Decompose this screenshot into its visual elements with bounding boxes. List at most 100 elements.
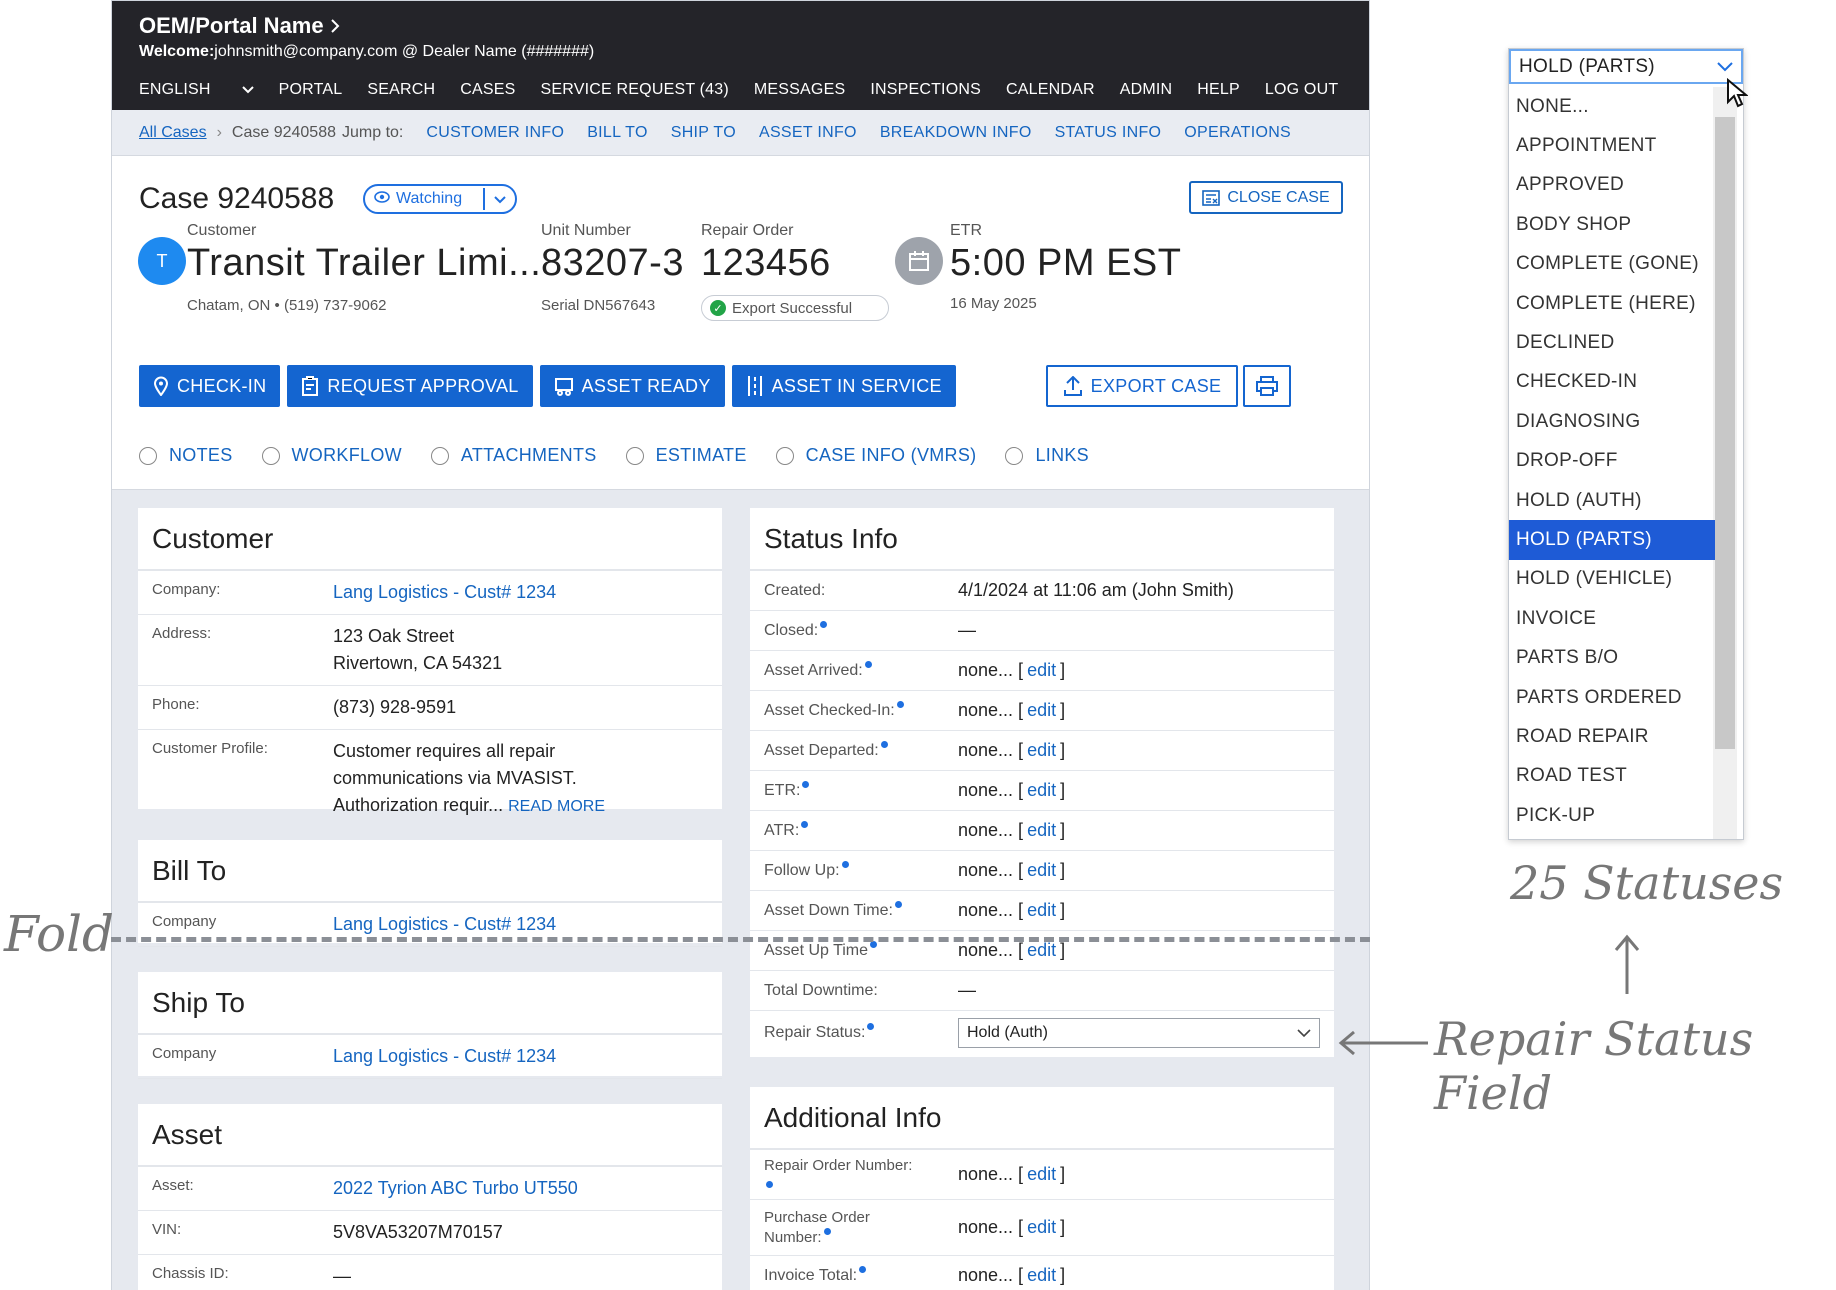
nav-logout[interactable]: LOG OUT — [1265, 81, 1338, 99]
nav-inspections[interactable]: INSPECTIONS — [870, 81, 981, 99]
nav-cases[interactable]: CASES — [460, 81, 515, 99]
road-icon — [747, 376, 762, 396]
dropdown-option[interactable]: PARTS B/O — [1509, 638, 1715, 677]
tab-label: WORKFLOW — [291, 445, 402, 465]
dropdown-option[interactable]: HOLD (VEHICLE) — [1509, 560, 1715, 599]
tab-notes[interactable]: NOTES — [139, 445, 233, 466]
ro-number-row: Repair Order Number: none... [edit] — [750, 1150, 1334, 1200]
jump-breakdown-info[interactable]: BREAKDOWN INFO — [880, 124, 1032, 142]
nav-language[interactable]: ENGLISH — [139, 81, 254, 99]
portal-name[interactable]: OEM/Portal Name — [139, 13, 1369, 39]
etr-date: 16 May 2025 — [950, 295, 1037, 312]
dropdown-option[interactable]: ROAD TEST — [1509, 757, 1715, 796]
page-title: Case 9240588 — [139, 182, 335, 215]
calendar-icon — [895, 237, 943, 285]
nav-service-request[interactable]: SERVICE REQUEST (43) — [541, 81, 729, 99]
tab-links[interactable]: LINKS — [1005, 445, 1089, 466]
address-line-1: 123 Oak Street — [333, 626, 455, 646]
edit-link[interactable]: edit — [1027, 1164, 1056, 1184]
edit-link[interactable]: edit — [1027, 900, 1056, 920]
ship-to-company-link[interactable]: Lang Logistics - Cust# 1234 — [333, 1046, 556, 1066]
dropdown-option[interactable]: ROAD REPAIR — [1509, 717, 1715, 756]
request-approval-button[interactable]: REQUEST APPROVAL — [287, 365, 533, 407]
dropdown-option[interactable]: NONE... — [1509, 87, 1715, 126]
jump-ship-to[interactable]: SHIP TO — [671, 124, 736, 142]
breadcrumb: All Cases › Case 9240588 Jump to: CUSTOM… — [112, 110, 1369, 156]
nav-portal[interactable]: PORTAL — [279, 81, 343, 99]
dropdown-selected[interactable]: HOLD (PARTS) — [1509, 49, 1743, 84]
edit-link[interactable]: edit — [1027, 1265, 1056, 1285]
dropdown-option[interactable]: BODY SHOP — [1509, 205, 1715, 244]
jump-customer-info[interactable]: CUSTOMER INFO — [426, 124, 564, 142]
edit-link[interactable]: edit — [1027, 860, 1056, 880]
nav-calendar[interactable]: CALENDAR — [1006, 81, 1095, 99]
jump-status-info[interactable]: STATUS INFO — [1055, 124, 1162, 142]
none-text: none... — [958, 1164, 1014, 1184]
edit-link[interactable]: edit — [1027, 780, 1056, 800]
print-button[interactable] — [1243, 365, 1291, 407]
nav-help[interactable]: HELP — [1197, 81, 1240, 99]
dropdown-option[interactable]: HOLD (AUTH) — [1509, 481, 1715, 520]
repair-status-dropdown[interactable]: HOLD (PARTS) NONE... APPOINTMENT APPROVED B… — [1508, 48, 1744, 840]
dropdown-option[interactable]: HOLD (PARTS) — [1509, 520, 1715, 560]
bill-to-panel: Bill To Company Lang Logistics - Cust# 1… — [138, 840, 722, 947]
main-nav: ENGLISH PORTAL SEARCH CASES SERVICE REQU… — [139, 81, 1369, 99]
field-label: Company: — [152, 581, 221, 598]
asset-in-service-button[interactable]: ASSET IN SERVICE — [731, 365, 956, 407]
address-line-2: Rivertown, CA 54321 — [333, 653, 503, 673]
nav-messages[interactable]: MESSAGES — [754, 81, 845, 99]
repair-order-label: Repair Order — [701, 222, 794, 239]
dropdown-option[interactable]: DROP-OFF — [1509, 442, 1715, 481]
edit-link[interactable]: edit — [1027, 820, 1056, 840]
read-more-link[interactable]: READ MORE — [508, 798, 605, 815]
chevron-down-icon[interactable] — [492, 190, 508, 215]
customer-company-link[interactable]: Lang Logistics - Cust# 1234 — [333, 582, 556, 602]
scrollbar-thumb[interactable] — [1715, 117, 1735, 749]
field-label: Phone: — [152, 696, 200, 713]
close-case-button[interactable]: CLOSE CASE — [1189, 181, 1343, 214]
export-case-button[interactable]: EXPORT CASE — [1046, 365, 1238, 407]
location-pin-icon — [153, 376, 169, 396]
tab-attachments[interactable]: ATTACHMENTS — [430, 445, 597, 466]
asset-ready-button[interactable]: ASSET READY — [539, 365, 725, 407]
tab-label: CASE INFO (VMRS) — [805, 445, 977, 465]
dropdown-option[interactable]: DIAGNOSING — [1509, 402, 1715, 441]
customer-name[interactable]: Transit Trailer Limi... — [187, 242, 541, 285]
edit-link[interactable]: edit — [1027, 1217, 1056, 1237]
dropdown-option[interactable]: COMPLETE (HERE) — [1509, 284, 1715, 323]
dropdown-option[interactable]: INVOICE — [1509, 599, 1715, 638]
dropdown-option[interactable]: PARTS ORDERED — [1509, 678, 1715, 717]
dropdown-option[interactable]: PICK-UP — [1509, 796, 1715, 835]
dropdown-option[interactable]: APPOINTMENT — [1509, 126, 1715, 165]
bill-to-company-link[interactable]: Lang Logistics - Cust# 1234 — [333, 914, 556, 934]
tab-workflow[interactable]: WORKFLOW — [261, 445, 402, 466]
jump-asset-info[interactable]: ASSET INFO — [759, 124, 857, 142]
bill-to-title: Bill To — [138, 840, 722, 903]
status-row: Follow Up: none... [edit] — [750, 851, 1334, 891]
repair-status-select[interactable]: Hold (Auth) — [958, 1018, 1320, 1048]
asset-link[interactable]: 2022 Tyrion ABC Turbo UT550 — [333, 1178, 578, 1198]
dropdown-option[interactable]: DECLINED — [1509, 323, 1715, 362]
tab-case-info[interactable]: CASE INFO (VMRS) — [775, 445, 977, 466]
jump-operations[interactable]: OPERATIONS — [1184, 124, 1291, 142]
dropdown-option[interactable]: COMPLETE (GONE) — [1509, 245, 1715, 284]
field-label: ATR: — [764, 821, 800, 839]
none-text: none... — [958, 860, 1014, 880]
watching-toggle[interactable]: Watching — [363, 184, 517, 214]
breadcrumb-all-cases[interactable]: All Cases — [139, 124, 207, 142]
edit-link[interactable]: edit — [1027, 940, 1056, 960]
nav-admin[interactable]: ADMIN — [1120, 81, 1173, 99]
breadcrumb-case: Case 9240588 — [231, 123, 336, 141]
nav-search[interactable]: SEARCH — [367, 81, 435, 99]
edit-link[interactable]: edit — [1027, 700, 1056, 720]
edit-link[interactable]: edit — [1027, 740, 1056, 760]
radio-icon — [430, 446, 449, 465]
edit-link[interactable]: edit — [1027, 660, 1056, 680]
tab-estimate[interactable]: ESTIMATE — [625, 445, 747, 466]
dropdown-option[interactable]: CHECKED-IN — [1509, 363, 1715, 402]
jump-bill-to[interactable]: BILL TO — [587, 124, 648, 142]
field-label: Asset Departed: — [764, 741, 879, 759]
check-in-button[interactable]: CHECK-IN — [139, 365, 281, 407]
close-case-label: CLOSE CASE — [1227, 188, 1330, 206]
dropdown-option[interactable]: APPROVED — [1509, 166, 1715, 205]
